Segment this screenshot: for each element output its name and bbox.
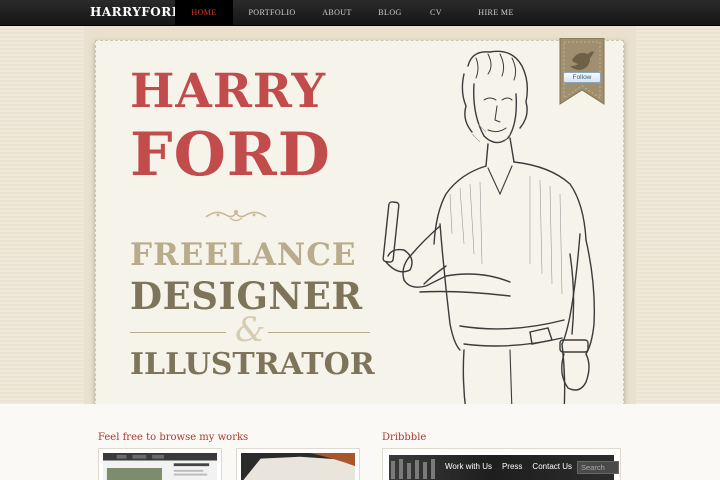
dribbble-link-contact[interactable]: Contact Us [532,462,572,471]
dribbble-heading: Dribbble [382,432,427,443]
divider-right [268,332,370,333]
work-thumbnail-2[interactable] [236,448,360,480]
nav-portfolio[interactable]: PORTFOLIO [233,0,311,26]
hero-name-first: HARRY [130,64,327,119]
works-heading: Feel free to browse my works [98,432,249,443]
work-thumbnail-1[interactable] [98,448,222,480]
dribbble-shot[interactable]: Work with Us Press Contact Us Search [382,448,621,480]
nav-hire-me[interactable]: HIRE ME [455,0,537,26]
twitter-follow-button[interactable]: Follow [563,72,601,83]
nav-cv[interactable]: CV [417,0,455,26]
tagline-illustrator: ILLUSTRATOR [130,347,375,382]
dribbble-link-work[interactable]: Work with Us [445,462,492,471]
work-thumbnail-2-preview [241,453,355,480]
nav-blog[interactable]: BLOG [363,0,417,26]
nav-about[interactable]: ABOUT [311,0,363,26]
work-thumbnail-1-preview [103,453,217,480]
top-navigation-bar: HARRYFORD HOME PORTFOLIO ABOUT BLOG CV H… [0,0,720,26]
site-logo[interactable]: HARRYFORD [90,5,183,19]
nav-home[interactable]: HOME [175,0,233,26]
tagline-freelance: FREELANCE [130,237,357,273]
divider-left [130,332,226,333]
hero-name-last: FORD [130,120,331,190]
dribbble-nav: Work with Us Press Contact Us [445,462,572,471]
dribbble-shot-preview: Work with Us Press Contact Us Search [389,455,619,480]
dribbble-search-input[interactable]: Search [577,461,619,474]
main-nav: HOME PORTFOLIO ABOUT BLOG CV HIRE ME [175,0,537,26]
tagline-ampersand: & [235,310,266,350]
flourish-ornament-icon [205,210,267,222]
dribbble-pattern-icon [391,459,435,479]
dribbble-link-press[interactable]: Press [502,462,522,471]
